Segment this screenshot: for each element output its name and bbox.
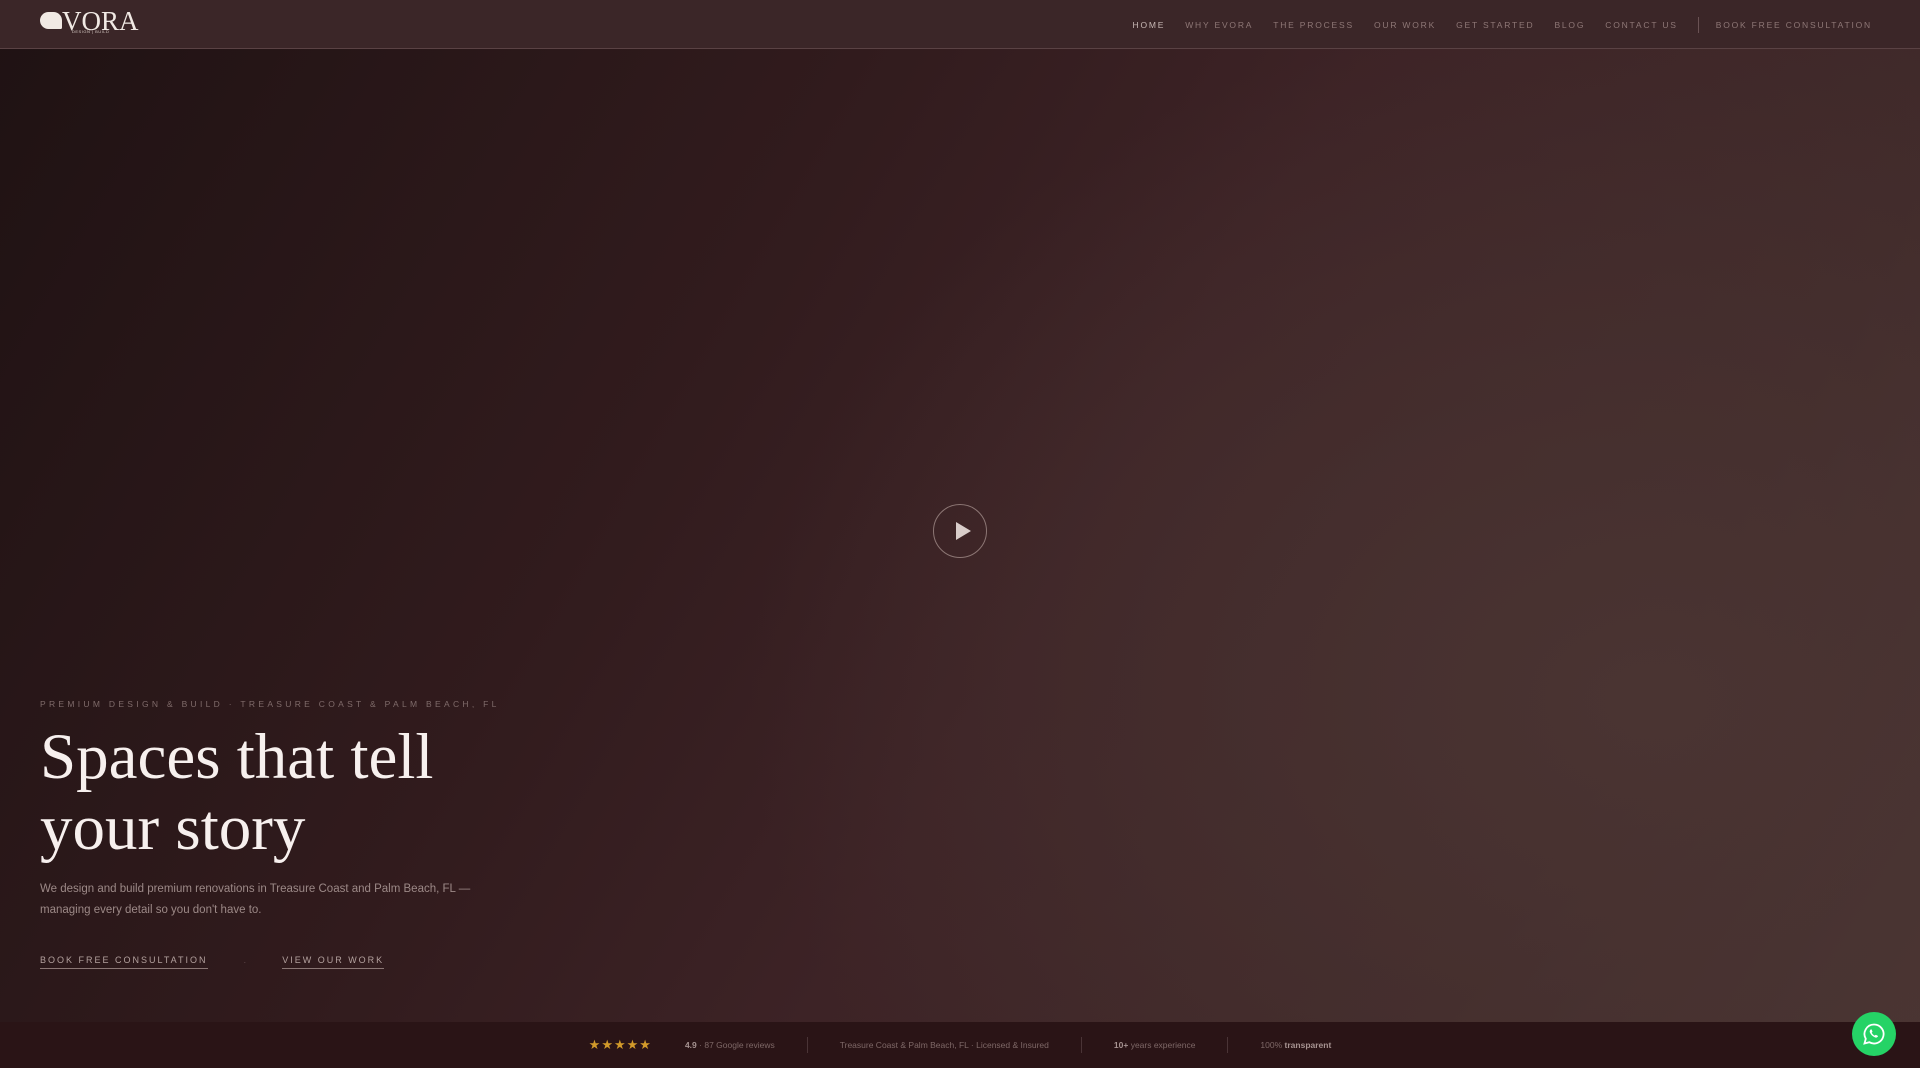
nav-get-started[interactable]: GET STARTED <box>1456 20 1534 30</box>
nav-menu: HOME WHY EVORA THE PROCESS OUR WORK GET … <box>1113 0 1872 49</box>
headline-line-1: Spaces that tell <box>40 721 434 793</box>
transparent-value: transparent <box>1284 1040 1332 1050</box>
whatsapp-icon <box>1863 1023 1885 1045</box>
star-rating-icon: ★★★★★ <box>588 1037 652 1052</box>
trust-divider <box>1080 1037 1082 1053</box>
trust-divider <box>1227 1037 1229 1053</box>
headline-line-2: your story <box>40 792 306 864</box>
logo-e-mark <box>40 12 62 29</box>
hero-kicker: PREMIUM DESIGN & BUILD · TREASURE COAST … <box>40 699 500 709</box>
logo-tagline: DESIGN | BUILD <box>72 29 110 34</box>
hero-actions: BOOK FREE CONSULTATION · VIEW OUR WORK <box>40 955 385 969</box>
trust-divider <box>806 1037 808 1053</box>
nav-home[interactable]: HOME <box>1133 20 1166 30</box>
view-our-work-button[interactable]: VIEW OUR WORK <box>282 955 385 969</box>
transparency: 100% transparent <box>1260 1040 1331 1050</box>
evora-logo[interactable]: VORA DESIGN | BUILD <box>40 6 139 36</box>
nav-book-consultation[interactable]: BOOK FREE CONSULTATION <box>1716 20 1872 30</box>
nav-the-process[interactable]: THE PROCESS <box>1273 20 1354 30</box>
location-license: Treasure Coast & Palm Beach, FL · Licens… <box>839 1040 1049 1050</box>
transparent-prefix: 100% <box>1260 1040 1283 1050</box>
book-consultation-button[interactable]: BOOK FREE CONSULTATION <box>40 955 208 969</box>
hero-description: We design and build premium renovations … <box>40 883 471 916</box>
top-nav: VORA DESIGN | BUILD HOME WHY EVORA THE P… <box>0 0 1920 49</box>
nav-contact-us[interactable]: CONTACT US <box>1605 20 1677 30</box>
trust-bar: ★★★★★ 4.9 · 87 Google reviews Treasure C… <box>0 1022 1920 1068</box>
reviews-count: · 87 Google reviews <box>699 1040 775 1050</box>
years-experience: 10+ years experience <box>1114 1040 1196 1050</box>
years-value: 10+ <box>1113 1040 1129 1050</box>
play-video-button[interactable] <box>933 504 987 558</box>
years-label: years experience <box>1130 1040 1196 1050</box>
hero-headline: Spaces that tell your story <box>40 722 640 864</box>
rating-value: 4.9 <box>684 1040 697 1050</box>
whatsapp-chat-button[interactable] <box>1852 1012 1896 1056</box>
nav-blog[interactable]: BLOG <box>1554 20 1585 30</box>
nav-why-evora[interactable]: WHY EVORA <box>1185 20 1253 30</box>
google-rating: 4.9 · 87 Google reviews <box>685 1040 775 1050</box>
nav-our-work[interactable]: OUR WORK <box>1374 20 1436 30</box>
hero-section: VORA DESIGN | BUILD HOME WHY EVORA THE P… <box>0 0 1920 1068</box>
nav-divider <box>1697 16 1699 33</box>
actions-separator: · <box>243 957 247 967</box>
